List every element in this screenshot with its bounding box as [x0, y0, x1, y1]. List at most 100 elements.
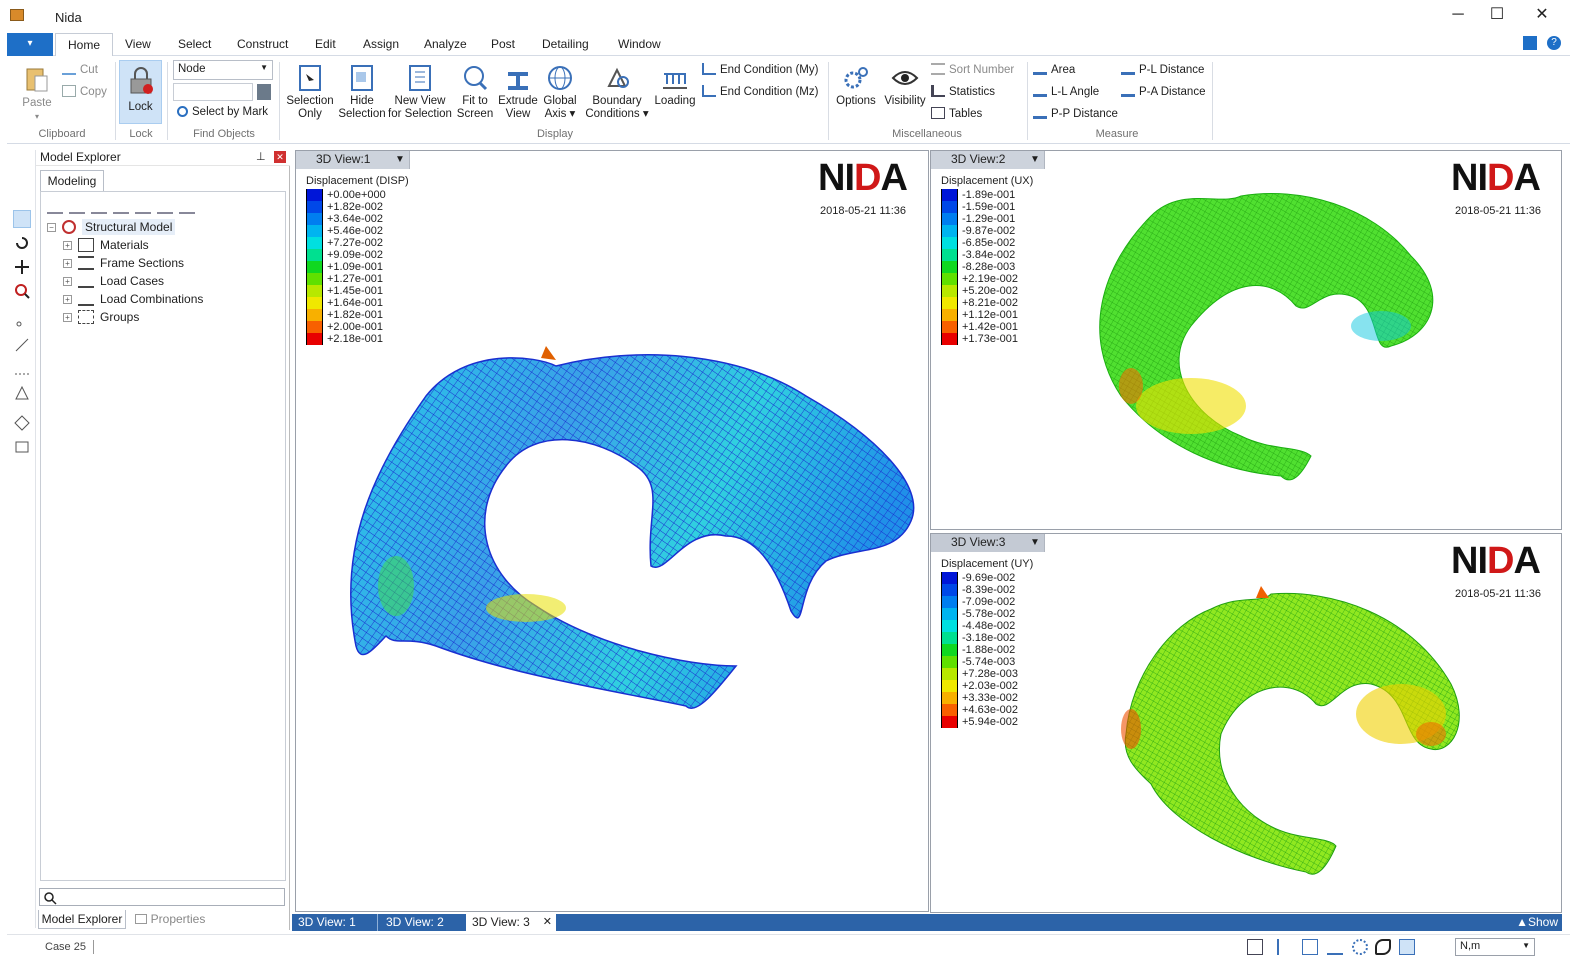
options-button[interactable]: Options	[833, 64, 879, 108]
boundary-conditions-button[interactable]: Boundary Conditions ▾	[582, 64, 652, 121]
doc-tab-view-2[interactable]: 3D View: 2	[380, 914, 466, 931]
area-button[interactable]: Area	[1033, 63, 1075, 76]
gear-icon[interactable]	[1352, 939, 1368, 955]
tables-button[interactable]: Tables	[931, 107, 982, 120]
lock-button[interactable]: Lock	[119, 60, 162, 124]
tab-post[interactable]: Post	[491, 37, 515, 51]
ll-angle-button[interactable]: L-L Angle	[1033, 85, 1099, 98]
loading-button[interactable]: Loading	[652, 64, 698, 108]
3d-view-2[interactable]: 3D View:2 ▼ Displacement (UX) -1.89e-001…	[930, 150, 1562, 530]
pointer-icon[interactable]	[13, 210, 31, 228]
extrude-icon[interactable]	[1327, 939, 1343, 955]
diamond-icon[interactable]	[13, 414, 31, 432]
tree-root[interactable]: − Structural Model	[47, 219, 176, 235]
tree-item-load-cases[interactable]: + Load Cases	[63, 274, 164, 288]
doc-tab-view-1[interactable]: 3D View: 1	[292, 914, 378, 931]
rect-select-icon[interactable]	[13, 438, 31, 456]
pl-distance-button[interactable]: P-L Distance	[1121, 63, 1204, 76]
visibility-button[interactable]: Visibility	[880, 64, 930, 108]
close-button[interactable]: ✕	[1522, 4, 1562, 28]
download-icon[interactable]	[1523, 36, 1537, 50]
pin-icon[interactable]: ⊥	[256, 150, 266, 163]
tab-analyze[interactable]: Analyze	[424, 37, 467, 51]
search-icon	[177, 106, 188, 117]
tab-view[interactable]: View	[125, 37, 151, 51]
add-material-icon[interactable]	[47, 198, 63, 214]
add-section-icon[interactable]	[69, 198, 85, 214]
tab-assign[interactable]: Assign	[363, 37, 399, 51]
tab-window[interactable]: Window	[618, 37, 661, 51]
chevron-down-icon[interactable]: ▼	[1025, 151, 1045, 169]
chevron-down-icon[interactable]: ▼	[1025, 534, 1045, 552]
units-select[interactable]: N,m ▼	[1455, 938, 1535, 956]
tree-item-load-combinations[interactable]: + Load Combinations	[63, 292, 203, 306]
divider	[279, 62, 280, 140]
mark-input[interactable]	[173, 83, 253, 101]
show-button[interactable]: ▲Show	[1516, 914, 1558, 930]
app-menu-button[interactable]: ▾	[7, 33, 53, 56]
tree-item-groups[interactable]: + Groups	[63, 310, 139, 324]
tree-item-materials[interactable]: + Materials	[63, 238, 149, 252]
tree-search-input[interactable]	[39, 888, 285, 906]
globe-icon	[548, 66, 572, 90]
doc-tab-view-3[interactable]: 3D View: 3 ✕	[466, 914, 556, 931]
close-icon[interactable]: ✕	[543, 914, 552, 930]
object-type-select[interactable]: Node ▼	[173, 60, 273, 80]
rotate-icon[interactable]	[13, 234, 31, 252]
add-frame-icon[interactable]	[13, 336, 31, 354]
pp-distance-button[interactable]: P-P Distance	[1033, 107, 1118, 120]
close-icon[interactable]: ✕	[274, 151, 286, 163]
binoculars-icon[interactable]	[257, 84, 271, 100]
3d-view-3[interactable]: 3D View:3 ▼ Displacement (UY) -9.69e-002…	[930, 533, 1562, 913]
legend-swatch	[941, 213, 958, 225]
end-condition-mz-button[interactable]: End Condition (Mz)	[702, 85, 818, 98]
eye-icon[interactable]	[1375, 939, 1391, 955]
tab-detailing[interactable]: Detailing	[542, 37, 589, 51]
maximize-button[interactable]: ☐	[1477, 4, 1517, 28]
pan-icon[interactable]	[13, 258, 31, 276]
grid-icon[interactable]	[1399, 939, 1415, 955]
legend-value: +2.19e-002	[962, 273, 1018, 285]
add-group-icon[interactable]	[157, 198, 173, 214]
pa-distance-button[interactable]: P-A Distance	[1121, 85, 1205, 98]
add-shell-icon[interactable]	[91, 198, 107, 214]
copy-button[interactable]: Copy	[62, 85, 107, 98]
hide-selection-button[interactable]: Hide Selection	[337, 64, 387, 121]
zoom-icon[interactable]	[13, 282, 31, 300]
add-item-icon[interactable]	[179, 198, 195, 214]
add-area-icon[interactable]	[13, 384, 31, 402]
end-condition-my-button[interactable]: End Condition (My)	[702, 63, 818, 76]
statistics-button[interactable]: Statistics	[931, 85, 995, 98]
tab-select[interactable]: Select	[178, 37, 211, 51]
3d-view-1[interactable]: 3D View:1 ▼ Displacement (DISP) +0.00e+0…	[295, 150, 929, 912]
tab-edit[interactable]: Edit	[315, 37, 336, 51]
tab-properties[interactable]: Properties	[130, 910, 210, 929]
select-by-mark-button[interactable]: Select by Mark	[177, 106, 268, 118]
legend-row: +7.28e-003	[941, 668, 1033, 680]
plan-icon[interactable]	[1302, 939, 1318, 955]
tab-model-explorer[interactable]: Model Explorer	[38, 910, 126, 929]
sort-number-button[interactable]: Sort Number	[931, 63, 1014, 76]
tab-home[interactable]: Home	[55, 33, 113, 57]
paste-button[interactable]: Paste ▾	[17, 66, 57, 123]
legend-swatch	[306, 297, 323, 309]
add-grid-icon[interactable]	[13, 360, 31, 378]
add-combination-icon[interactable]	[135, 198, 151, 214]
minimize-button[interactable]: ─	[1438, 4, 1478, 28]
new-view-for-selection-button[interactable]: New View for Selection	[387, 64, 453, 121]
extrude-view-button[interactable]: Extrude View	[497, 64, 539, 121]
tree-item-frame-sections[interactable]: + Frame Sections	[63, 256, 184, 270]
add-load-case-icon[interactable]	[113, 198, 129, 214]
selection-only-button[interactable]: Selection Only	[285, 64, 335, 121]
layout-icon[interactable]	[1247, 939, 1263, 955]
tab-modeling[interactable]: Modeling	[40, 170, 104, 191]
divider	[828, 62, 829, 140]
fit-to-screen-button[interactable]: Fit to Screen	[455, 64, 495, 121]
cut-button[interactable]: Cut	[62, 63, 98, 76]
global-axis-button[interactable]: Global Axis ▾	[540, 64, 580, 121]
tab-construct[interactable]: Construct	[237, 37, 288, 51]
view-icon[interactable]	[1277, 939, 1293, 955]
chevron-down-icon[interactable]: ▼	[390, 151, 410, 169]
help-icon[interactable]: ?	[1547, 36, 1561, 50]
add-node-icon[interactable]	[13, 312, 31, 330]
